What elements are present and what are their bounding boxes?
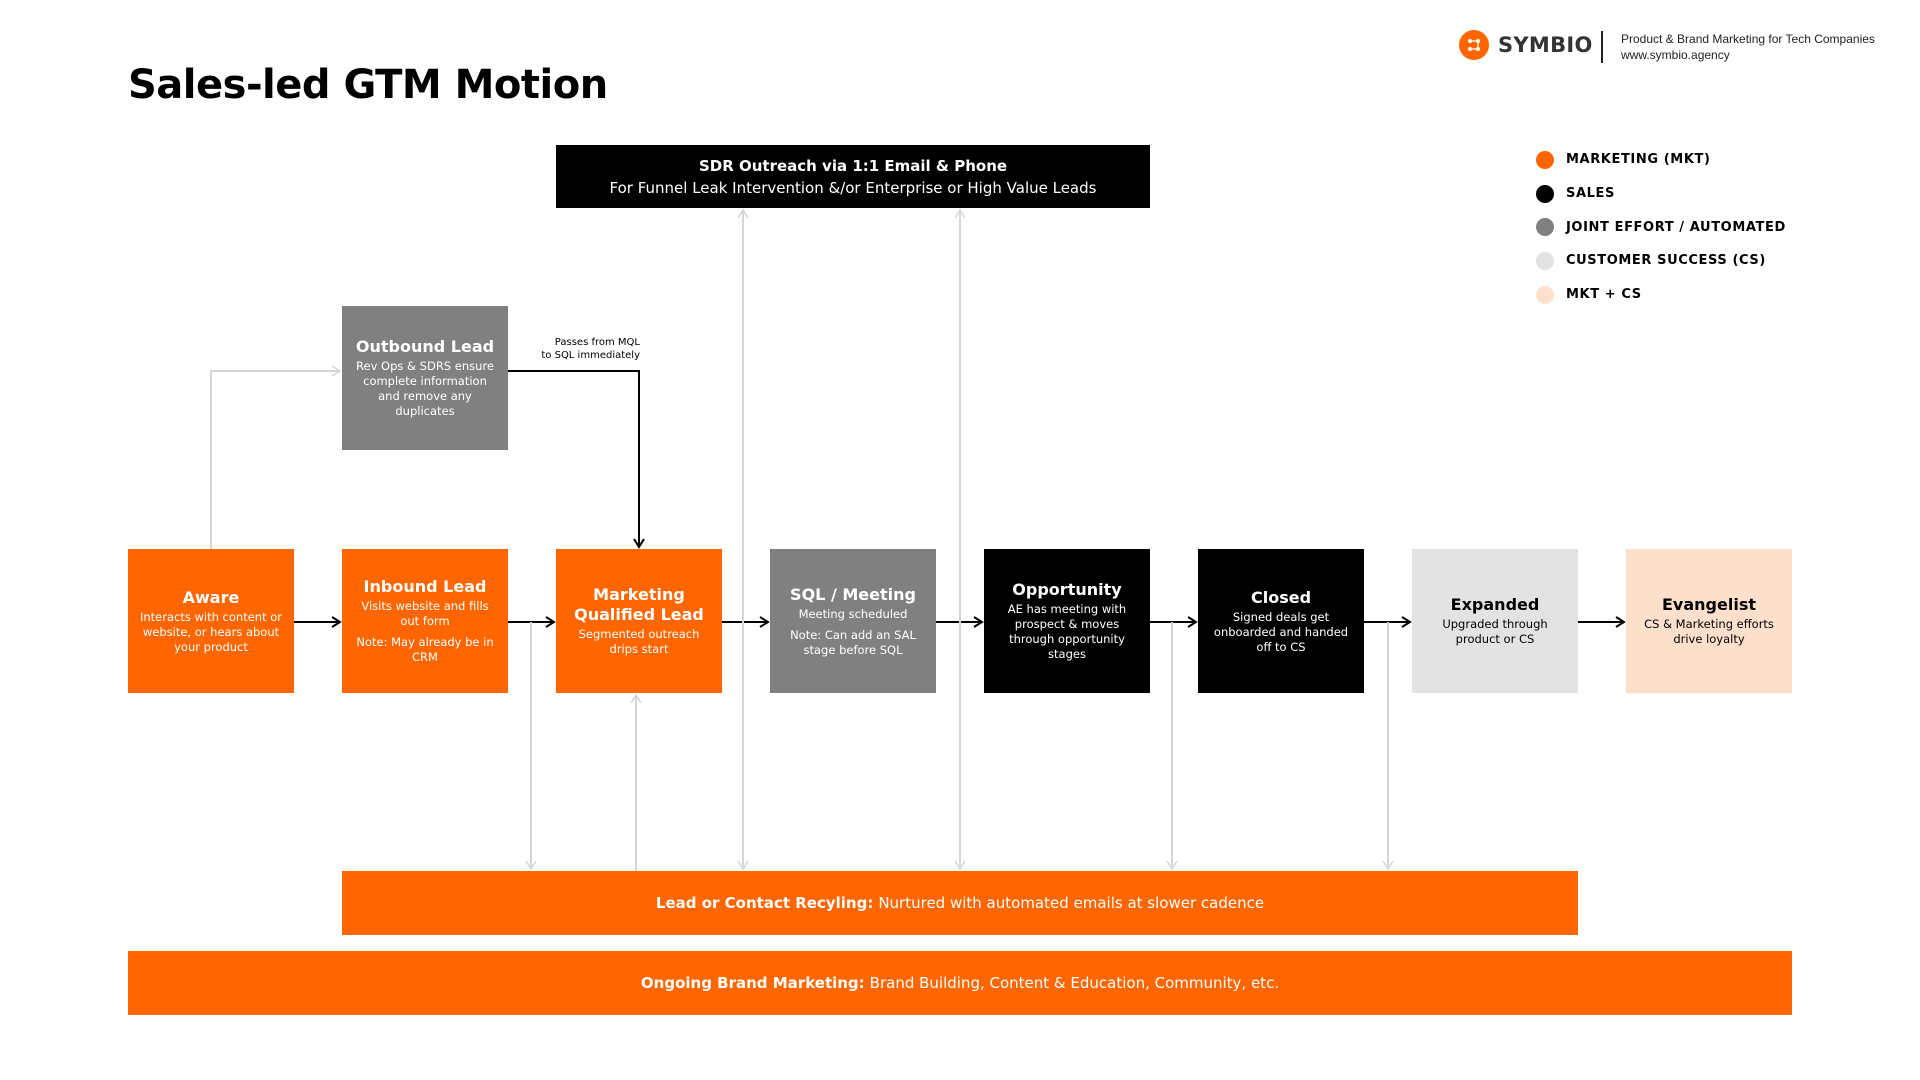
stage-desc: Segmented outreach drips start <box>578 627 700 656</box>
stage-note: Note: May already be in CRM <box>356 635 494 664</box>
stage-closed: Closed Signed deals get onboarded and ha… <box>1198 549 1364 693</box>
legend-item-mkt-cs: MKT + CS <box>1536 278 1786 312</box>
legend-dot-cs <box>1536 251 1554 270</box>
stage-opportunity: Opportunity AE has meeting with prospect… <box>984 549 1150 693</box>
recycling-label: Lead or Contact Recyling: <box>655 894 874 912</box>
stage-desc: Upgraded through product or CS <box>1442 617 1548 646</box>
brand-divider <box>1601 31 1603 63</box>
outbound-note-line2: to SQL immediately <box>541 349 640 361</box>
stage-title: SQL / Meeting <box>790 584 916 604</box>
brand-marketing-bar: Ongoing Brand Marketing: Brand Building,… <box>128 951 1792 1015</box>
symbio-nodes-icon <box>1459 30 1489 60</box>
legend-label: CUSTOMER SUCCESS (CS) <box>1566 253 1766 269</box>
legend-dot-mkt-cs <box>1536 285 1554 304</box>
recycling-text: Nurtured with automated emails at slower… <box>878 894 1265 912</box>
outbound-title: Outbound Lead <box>355 337 495 356</box>
stage-sql-meeting: SQL / Meeting Meeting scheduled Note: Ca… <box>770 549 936 693</box>
stage-title: Opportunity <box>1012 580 1122 599</box>
stage-inbound-lead: Inbound Lead Visits website and fills ou… <box>342 549 508 693</box>
stage-title: Aware <box>182 587 240 607</box>
stage-desc: Visits website and fills out form <box>361 599 489 628</box>
legend-label: SALES <box>1566 186 1615 202</box>
brand-name: SYMBIO <box>1498 33 1593 57</box>
sdr-subtitle: For Funnel Leak Intervention &/or Enterp… <box>609 178 1097 197</box>
brand-tagline: Product & Brand Marketing for Tech Compa… <box>1621 32 1875 46</box>
legend-label: MARKETING (MKT) <box>1566 152 1711 168</box>
legend-item-joint: JOINT EFFORT / AUTOMATED <box>1536 210 1786 244</box>
legend-item-sales: SALES <box>1536 177 1786 211</box>
outbound-note-line1: Passes from MQL <box>554 337 640 348</box>
stage-desc: AE has meeting with prospect & moves thr… <box>1007 602 1127 661</box>
stage-title: Marketing Qualified Lead <box>574 585 704 624</box>
legend: MARKETING (MKT) SALES JOINT EFFORT / AUT… <box>1536 143 1786 311</box>
arrow-aware-outbound <box>210 365 342 549</box>
brand-marketing-label: Ongoing Brand Marketing: <box>640 974 865 992</box>
brand-marketing-text: Brand Building, Content & Education, Com… <box>869 974 1280 992</box>
stage-desc: Signed deals get onboarded and handed of… <box>1213 609 1349 654</box>
stage-aware: Aware Interacts with content or website,… <box>128 549 294 693</box>
stage-expanded: Expanded Upgraded through product or CS <box>1412 549 1578 693</box>
stage-evangelist: Evangelist CS & Marketing efforts drive … <box>1626 549 1792 693</box>
legend-dot-marketing <box>1536 150 1554 169</box>
recycling-bar: Lead or Contact Recyling: Nurtured with … <box>342 871 1578 935</box>
stage-title: Closed <box>1250 587 1312 607</box>
stage-desc: Interacts with content or website, or he… <box>139 609 283 654</box>
sdr-title: SDR Outreach via 1:1 Email & Phone <box>698 156 1008 175</box>
outbound-desc: Rev Ops & SDRS ensure complete informati… <box>356 359 494 418</box>
legend-dot-joint <box>1536 218 1554 237</box>
outbound-note: Passes from MQL to SQL immediately <box>520 337 640 362</box>
arrow-outbound-mql <box>508 370 645 549</box>
stage-note: Note: Can add an SAL stage before SQL <box>790 627 916 657</box>
brand-logo: SYMBIO <box>1459 30 1593 60</box>
legend-label: JOINT EFFORT / AUTOMATED <box>1566 219 1786 235</box>
stage-desc: Meeting scheduled <box>798 606 908 621</box>
legend-item-cs: CUSTOMER SUCCESS (CS) <box>1536 244 1786 278</box>
outbound-lead-box: Outbound Lead Rev Ops & SDRS ensure comp… <box>342 306 508 450</box>
brand-tagline-block: Product & Brand Marketing for Tech Compa… <box>1621 31 1875 63</box>
brand-website: www.symbio.agency <box>1621 48 1730 62</box>
page-title: Sales-led GTM Motion <box>128 62 608 108</box>
stage-title: Expanded <box>1450 595 1540 614</box>
legend-label: MKT + CS <box>1566 287 1642 303</box>
stage-title: Inbound Lead <box>363 577 487 596</box>
stage-title: Evangelist <box>1662 595 1756 614</box>
legend-dot-sales <box>1536 184 1554 203</box>
stage-desc: CS & Marketing efforts drive loyalty <box>1644 617 1774 646</box>
sdr-outreach-box: SDR Outreach via 1:1 Email & Phone For F… <box>556 145 1150 208</box>
legend-item-marketing: MARKETING (MKT) <box>1536 143 1786 177</box>
stage-mql: Marketing Qualified Lead Segmented outre… <box>556 549 722 693</box>
